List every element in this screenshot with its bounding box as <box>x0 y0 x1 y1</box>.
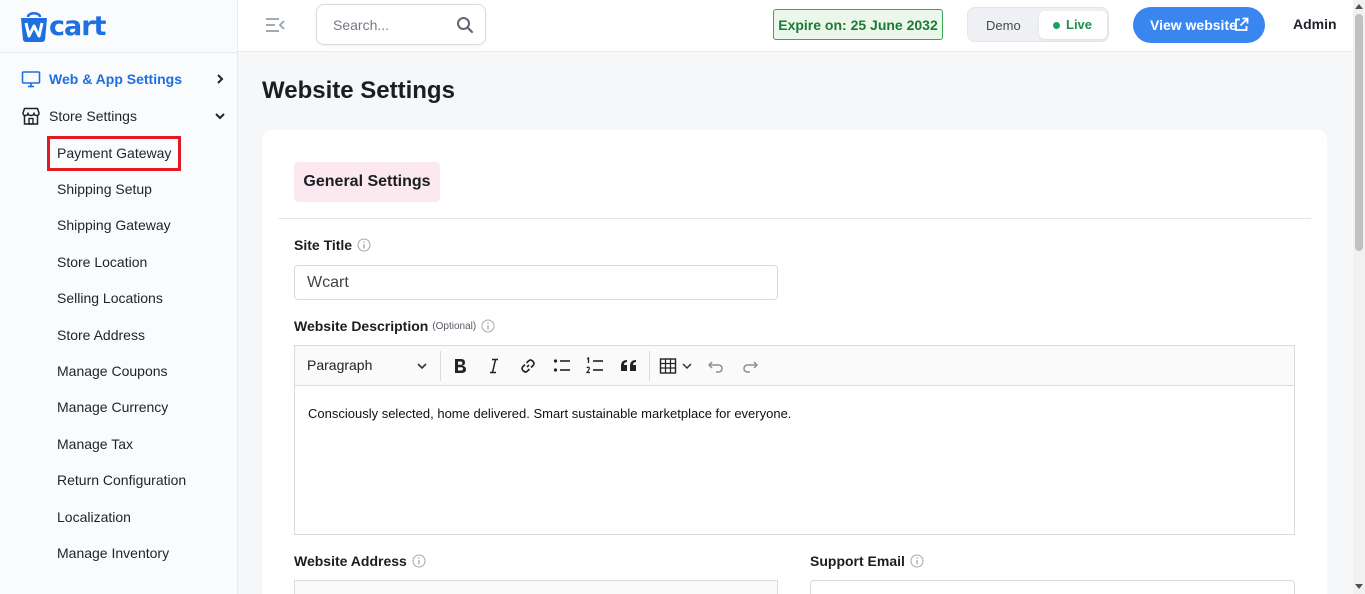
collapse-menu-icon[interactable] <box>264 15 286 35</box>
site-title-input[interactable] <box>294 265 778 300</box>
site-title-label-text: Site Title <box>294 237 353 253</box>
undo-icon[interactable] <box>706 356 726 376</box>
external-link-icon <box>1235 17 1249 31</box>
demo-mode-option[interactable]: Demo <box>986 18 1021 33</box>
chevron-down-icon <box>215 113 225 120</box>
sidebar-subitem-manage-currency[interactable]: Manage Currency <box>57 397 168 417</box>
sidebar-item-label: Web & App Settings <box>49 71 182 87</box>
sidebar-subitem-shipping-gateway[interactable]: Shipping Gateway <box>57 215 171 235</box>
block-style-dropdown[interactable]: Paragraph <box>307 357 372 373</box>
support-email-label-text: Support Email <box>810 553 905 569</box>
bold-icon[interactable] <box>450 356 470 376</box>
description-rich-text-editor: Paragraph Consciously selected, home del… <box>294 345 1295 535</box>
toolbar-separator <box>649 351 650 381</box>
website-description-label-text: Website Description <box>294 318 429 334</box>
mode-switch: Demo Live <box>967 7 1109 42</box>
shopping-bag-logo-icon <box>21 12 47 42</box>
table-icon[interactable] <box>659 356 679 376</box>
sidebar-subitem-store-location[interactable]: Store Location <box>57 252 147 272</box>
quote-icon[interactable] <box>619 356 639 376</box>
scroll-down-arrow-icon[interactable] <box>1355 584 1363 590</box>
info-icon[interactable] <box>481 319 495 333</box>
info-icon[interactable] <box>357 238 371 252</box>
bulleted-list-icon[interactable] <box>552 356 572 376</box>
search-input[interactable] <box>333 16 453 34</box>
numbered-list-icon[interactable] <box>585 356 605 376</box>
sidebar-subitem-manage-tax[interactable]: Manage Tax <box>57 434 133 454</box>
optional-tag: (Optional) <box>432 320 477 332</box>
editor-toolbar: Paragraph <box>295 346 1294 386</box>
page-title: Website Settings <box>262 77 455 104</box>
store-icon <box>22 107 40 125</box>
sidebar: cart Web & App Settings Store Settings P… <box>0 0 238 594</box>
brand-name: cart <box>49 10 106 42</box>
website-address-label: Website Address <box>294 553 426 569</box>
sidebar-subitem-localization[interactable]: Localization <box>57 507 131 527</box>
page-scrollbar[interactable] <box>1353 0 1365 594</box>
sidebar-item-web-app-settings[interactable]: Web & App Settings <box>0 61 238 97</box>
live-status-dot <box>1053 22 1060 29</box>
view-website-button[interactable]: View website <box>1133 7 1265 43</box>
sidebar-divider <box>0 52 238 53</box>
section-divider <box>278 218 1311 219</box>
website-description-label: Website Description (Optional) <box>294 318 495 334</box>
live-mode-option[interactable]: Live <box>1039 11 1107 39</box>
search-box <box>316 4 486 45</box>
live-mode-label: Live <box>1066 17 1093 32</box>
wcart-logo[interactable]: cart <box>20 6 106 46</box>
sidebar-subitem-selling-locations[interactable]: Selling Locations <box>57 288 163 308</box>
search-icon[interactable] <box>456 16 474 34</box>
sidebar-subitem-shipping-setup[interactable]: Shipping Setup <box>57 179 152 199</box>
website-address-label-text: Website Address <box>294 553 407 569</box>
expiry-badge: Expire on: 25 June 2032 <box>773 9 943 40</box>
sidebar-subitem-manage-coupons[interactable]: Manage Coupons <box>57 361 168 381</box>
info-icon[interactable] <box>910 554 924 568</box>
scroll-up-arrow-icon[interactable] <box>1355 3 1363 9</box>
website-address-editor[interactable] <box>294 580 778 594</box>
chevron-down-icon[interactable] <box>416 360 428 372</box>
sidebar-subitem-return-configuration[interactable]: Return Configuration <box>57 470 186 490</box>
sidebar-item-label: Store Settings <box>49 108 137 124</box>
user-menu[interactable]: Admin <box>1293 16 1337 32</box>
sidebar-subitem-store-address[interactable]: Store Address <box>57 325 145 345</box>
info-icon[interactable] <box>412 554 426 568</box>
sidebar-subitem-manage-inventory[interactable]: Manage Inventory <box>57 543 169 563</box>
description-editor-content[interactable]: Consciously selected, home delivered. Sm… <box>308 406 791 421</box>
chevron-down-icon[interactable] <box>681 356 693 376</box>
support-email-label: Support Email <box>810 553 924 569</box>
italic-icon[interactable] <box>484 356 504 376</box>
support-email-input[interactable] <box>810 580 1295 594</box>
sidebar-item-store-settings[interactable]: Store Settings <box>0 98 238 134</box>
redo-icon[interactable] <box>740 356 760 376</box>
sidebar-subitem-payment-gateway[interactable]: Payment Gateway <box>57 143 171 163</box>
toolbar-separator <box>440 351 441 381</box>
scrollbar-thumb[interactable] <box>1355 14 1363 251</box>
tab-general-settings[interactable]: General Settings <box>294 162 440 202</box>
monitor-icon <box>21 71 41 88</box>
site-title-label: Site Title <box>294 237 371 253</box>
view-website-label: View website <box>1150 17 1237 33</box>
link-icon[interactable] <box>518 356 538 376</box>
chevron-right-icon <box>217 74 224 84</box>
